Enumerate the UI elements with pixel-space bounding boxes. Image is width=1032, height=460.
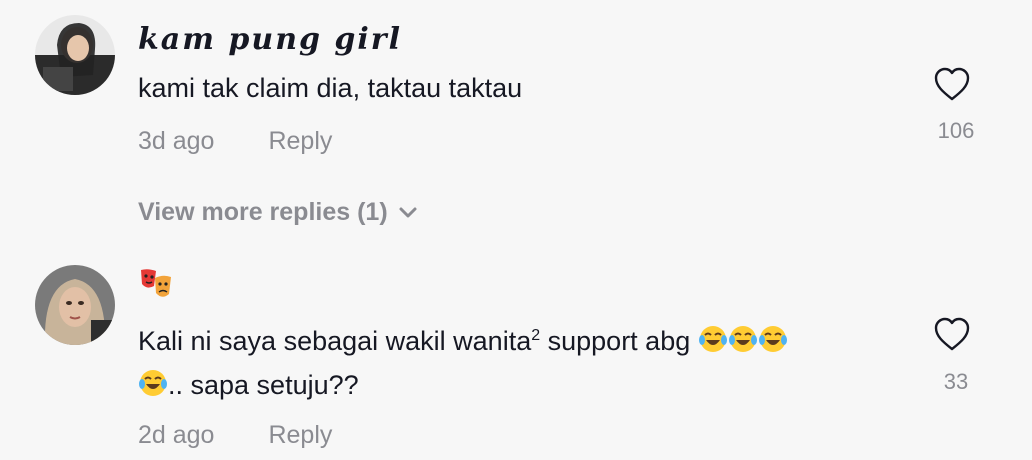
comment-text: kami tak claim dia, taktau taktau bbox=[138, 73, 523, 103]
tears-of-joy-emoji bbox=[138, 370, 168, 400]
like-button[interactable] bbox=[930, 316, 974, 357]
comment-meta: 3d ago Reply bbox=[138, 127, 332, 156]
comment-text-line2: .. sapa setuju?? bbox=[138, 363, 898, 407]
comment-text-line2-text: .. sapa setuju?? bbox=[168, 370, 359, 400]
heart-outline-icon bbox=[934, 317, 970, 351]
like-count: 33 bbox=[943, 369, 969, 394]
reply-button[interactable]: Reply bbox=[268, 127, 332, 156]
comment-time: 2d ago bbox=[138, 421, 215, 449]
like-count: 106 bbox=[937, 118, 975, 143]
view-more-replies-button[interactable]: View more replies (1) bbox=[138, 198, 418, 227]
performing-arts-masks-icon bbox=[141, 269, 171, 297]
comment-text: Kali ni saya sebagai wakil wanita2 suppo… bbox=[138, 314, 898, 407]
comment-time: 3d ago bbox=[138, 127, 215, 155]
avatar[interactable] bbox=[35, 15, 115, 95]
avatar[interactable] bbox=[35, 265, 115, 345]
like-button[interactable] bbox=[930, 66, 974, 107]
heart-outline-icon bbox=[934, 67, 970, 101]
comment-meta: 2d ago Reply bbox=[138, 421, 332, 450]
comment-text-main: Kali ni saya sebagai wakil wanita bbox=[138, 326, 532, 356]
reply-button[interactable]: Reply bbox=[268, 421, 332, 450]
view-more-label: View more replies (1) bbox=[138, 198, 388, 226]
tears-of-joy-emoji bbox=[728, 326, 758, 356]
tears-of-joy-emoji bbox=[758, 326, 788, 356]
tears-of-joy-emoji bbox=[698, 326, 728, 356]
chevron-down-icon bbox=[399, 207, 417, 218]
comment-username[interactable]: kam pung girl bbox=[138, 22, 402, 57]
comment-text-line1: Kali ni saya sebagai wakil wanita2 suppo… bbox=[138, 314, 898, 363]
comment-text-after: support abg bbox=[540, 326, 691, 356]
comment-text-superscript: 2 bbox=[531, 327, 541, 344]
